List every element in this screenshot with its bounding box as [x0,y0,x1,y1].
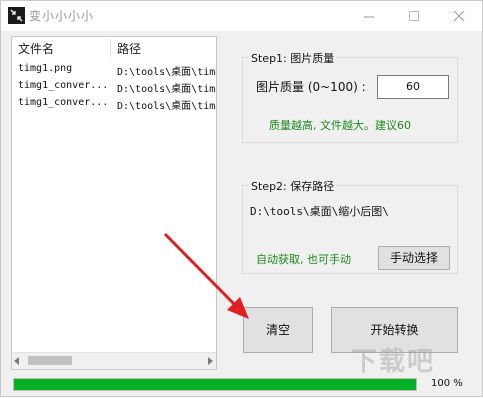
red-arrow-annotation [163,232,249,319]
main-window: 变小小小小 文件名 路径 timg1.png D:\tools\桌面\timg1… [0,0,483,397]
